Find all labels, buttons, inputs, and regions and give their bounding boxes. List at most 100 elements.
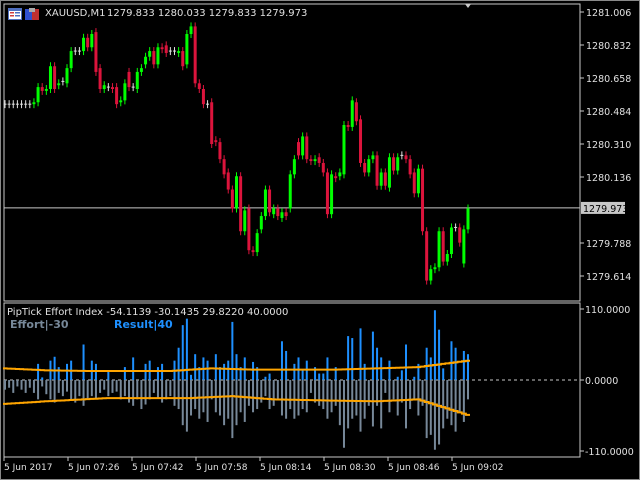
candle-body: [152, 51, 156, 65]
candle-body: [98, 68, 102, 89]
candle-body: [230, 189, 234, 209]
indicator-axis-label: 0.0000: [585, 376, 618, 387]
candle-body: [334, 176, 338, 179]
candle-body: [119, 100, 123, 103]
candle-body: [437, 231, 441, 268]
candle-body: [53, 66, 57, 89]
price-axis-label: 1279.614: [586, 272, 631, 283]
candle-body: [90, 34, 94, 48]
candle-body: [197, 83, 201, 89]
main-pane: [3, 3, 581, 302]
candle-body: [263, 189, 267, 217]
candle-body: [379, 172, 383, 186]
candle-body: [239, 176, 243, 232]
candle-body: [404, 155, 408, 160]
price-axis-label: 1279.788: [586, 239, 631, 250]
candle-body: [375, 155, 379, 186]
indicator-title: PipTick Effort Index -54.1139 -30.1435 2…: [7, 307, 289, 318]
candle-body: [123, 83, 127, 101]
candle-body: [36, 87, 40, 103]
candle-body: [383, 172, 387, 186]
candle-body: [396, 157, 400, 171]
candle-body: [359, 119, 363, 163]
candle-body: [458, 227, 462, 243]
candle-body: [387, 157, 391, 188]
candle-body: [135, 71, 139, 89]
candle-body: [321, 162, 325, 173]
time-axis-label: 5 Jun 08:30: [324, 463, 376, 473]
chart-shift-marker[interactable]: [465, 4, 471, 8]
candle-body: [441, 231, 445, 262]
candle-body: [201, 89, 205, 105]
candle-body: [115, 87, 119, 105]
candle-body: [268, 189, 272, 213]
symbol-timeframe: XAUUSD,M1: [45, 8, 106, 19]
candle-body: [416, 168, 420, 194]
candle-body: [272, 208, 276, 215]
candle-body: [305, 136, 309, 160]
candle-body: [69, 51, 73, 69]
candle-body: [181, 51, 185, 67]
candle-body: [193, 26, 197, 84]
price-axis-label: 1280.136: [586, 173, 631, 184]
candle-body: [445, 254, 449, 262]
candle-body: [354, 102, 358, 122]
candle-body: [127, 71, 131, 88]
candle-body: [210, 102, 214, 144]
candle-body: [313, 159, 317, 162]
candle-body: [57, 83, 61, 86]
time-axis-label: 5 Jun 07:42: [132, 463, 183, 473]
candle-body: [185, 34, 189, 65]
candle-body: [156, 47, 160, 65]
candle-body: [144, 56, 148, 65]
candle-body: [40, 87, 44, 91]
candle-body: [148, 51, 152, 57]
candle-body: [44, 89, 48, 91]
candle-body: [177, 51, 181, 53]
candle-body: [412, 172, 416, 194]
candle-body: [94, 32, 98, 72]
candle-body: [284, 212, 288, 217]
save-template-icon[interactable]: [25, 8, 39, 20]
candle-body: [218, 142, 222, 160]
candle-body: [367, 159, 371, 173]
candle-body: [363, 162, 367, 173]
candle-body: [259, 216, 263, 230]
candle-body: [255, 233, 259, 253]
candle-body: [214, 140, 218, 143]
candle-body: [276, 208, 280, 217]
candle-body: [292, 159, 296, 175]
indicator-axis-label: 110.0000: [585, 305, 630, 316]
candle-body: [425, 231, 429, 281]
candle-body: [251, 250, 255, 253]
candle-body: [48, 66, 52, 89]
candle-body: [317, 157, 321, 163]
time-axis-label: 5 Jun 09:02: [452, 463, 503, 473]
price-axis-label: 1280.310: [586, 140, 631, 151]
candle-body: [110, 87, 114, 89]
candle-body: [222, 159, 226, 175]
chart-canvas[interactable]: 1281.006 1280.832 1280.658 1280.484 1280.310…: [0, 0, 640, 480]
candle-body: [160, 47, 164, 50]
candle-body: [32, 102, 36, 105]
candle-body: [346, 125, 350, 127]
price-axis-label: 1280.832: [586, 41, 631, 52]
candle-body: [164, 45, 168, 53]
candle-body: [462, 229, 466, 264]
candle-body: [243, 210, 247, 232]
candle-body: [325, 172, 329, 215]
candle-body: [86, 37, 90, 48]
ohlc-readout: 1279.833 1280.033 1279.833 1279.973: [107, 8, 308, 19]
candle-body: [65, 68, 69, 84]
effort-label: Effort|-30: [10, 318, 69, 331]
candle-body: [301, 136, 305, 156]
candle-body: [338, 172, 342, 177]
result-label: Result|40: [114, 318, 173, 331]
candle-body: [433, 267, 437, 270]
candle-body: [466, 208, 470, 230]
candle-body: [449, 227, 453, 254]
candle-body: [330, 174, 334, 215]
candle-body: [102, 85, 106, 89]
time-axis-label: 5 Jun 07:58: [196, 463, 248, 473]
time-axis-label: 5 Jun 07:26: [68, 463, 120, 473]
